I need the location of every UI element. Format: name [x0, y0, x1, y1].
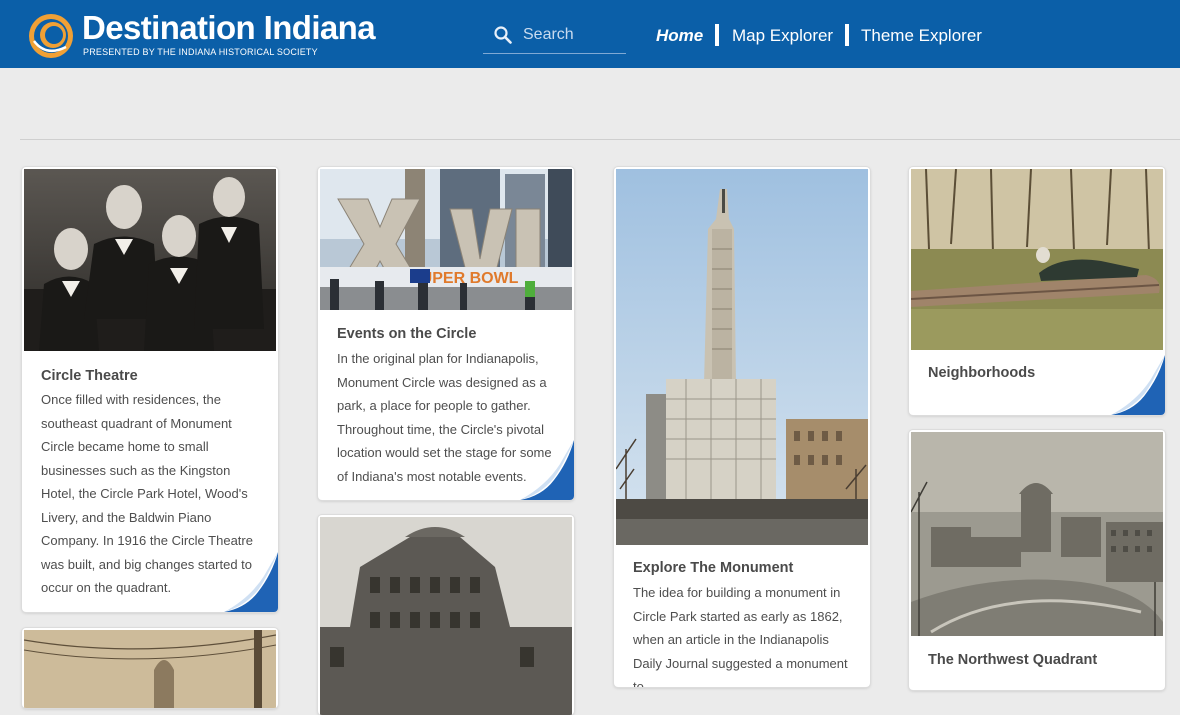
card-description: The idea for building a monument in Circ… — [633, 585, 848, 687]
card-image[interactable] — [616, 169, 868, 545]
search-icon[interactable] — [493, 25, 513, 45]
search-box[interactable] — [483, 20, 626, 54]
card-circle-theatre[interactable]: Circle Theatre Once filled with residenc… — [22, 167, 278, 612]
card-partial[interactable] — [22, 628, 278, 708]
content-divider — [20, 139, 1180, 140]
site-header: Destination Indiana PRESENTED BY THE IND… — [0, 0, 1180, 68]
card-image[interactable]: SUPER BOWL — [320, 169, 572, 310]
nav-home[interactable]: Home — [656, 24, 703, 48]
card-explore-the-monument[interactable]: Explore The Monument The idea for buildi… — [614, 167, 870, 687]
page-curl-icon — [224, 552, 278, 612]
brand-name[interactable]: Destination Indiana — [82, 10, 376, 46]
nav-map-explorer[interactable]: Map Explorer — [732, 24, 833, 48]
card-image[interactable] — [24, 169, 276, 351]
page-curl-icon — [520, 440, 574, 500]
card-events-on-the-circle[interactable]: SUPER BOWL Events on the Circle In the o… — [318, 167, 574, 500]
card-image[interactable] — [911, 169, 1163, 350]
card-title[interactable]: Circle Theatre — [41, 368, 264, 384]
nav-theme-explorer[interactable]: Theme Explorer — [861, 24, 982, 48]
card-title[interactable]: The Northwest Quadrant — [928, 652, 1151, 668]
card-the-northwest-quadrant[interactable]: The Northwest Quadrant — [909, 430, 1165, 690]
nav-separator — [715, 24, 719, 46]
page-curl-icon — [1111, 355, 1165, 415]
card-image[interactable] — [320, 517, 572, 715]
search-input[interactable] — [523, 24, 623, 46]
card-title[interactable]: Events on the Circle — [337, 326, 560, 342]
card-title[interactable]: Explore The Monument — [633, 560, 856, 576]
nav-separator — [845, 24, 849, 46]
card-partial[interactable] — [318, 515, 574, 715]
card-neighborhoods[interactable]: Neighborhoods — [909, 167, 1165, 415]
logo-icon[interactable] — [26, 11, 76, 61]
card-image[interactable] — [24, 630, 276, 708]
brand-tagline: PRESENTED BY THE INDIANA HISTORICAL SOCI… — [83, 47, 318, 57]
card-image[interactable] — [911, 432, 1163, 636]
